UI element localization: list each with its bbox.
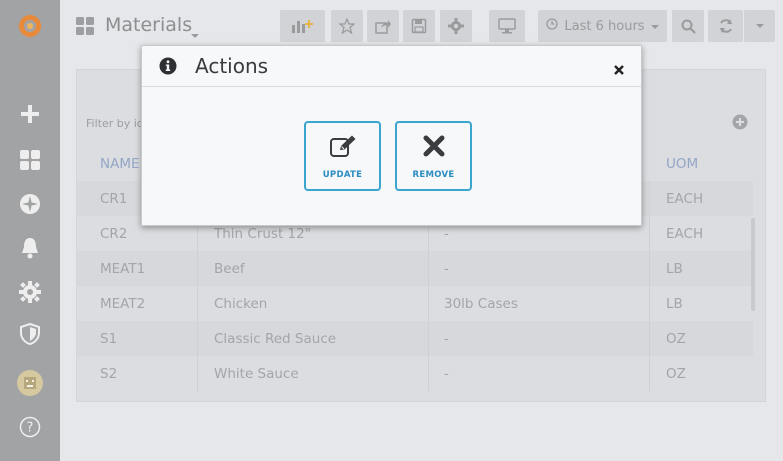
cell-name: S1 bbox=[77, 321, 198, 356]
cell-name: MEAT1 bbox=[77, 251, 198, 286]
refresh-interval-dropdown[interactable] bbox=[744, 10, 775, 42]
remove-icon bbox=[397, 135, 470, 157]
cell-package: - bbox=[429, 251, 650, 286]
actions-modal: Actions UPDATE REMOVE bbox=[141, 45, 642, 226]
add-circle-icon[interactable] bbox=[732, 114, 748, 134]
edit-icon bbox=[306, 135, 379, 159]
cell-uom: OZ bbox=[666, 365, 686, 382]
cell-description: White Sauce bbox=[198, 356, 429, 391]
dashboards-icon bbox=[76, 17, 95, 40]
cell-description: Classic Red Sauce bbox=[198, 321, 429, 356]
cell-uom: LB bbox=[666, 295, 683, 312]
gear-icon[interactable] bbox=[0, 274, 60, 310]
svg-text:?: ? bbox=[27, 421, 34, 436]
column-header-uom[interactable]: UOM bbox=[650, 146, 753, 181]
table-scrollbar[interactable] bbox=[751, 218, 755, 311]
share-button[interactable] bbox=[367, 10, 399, 42]
update-button[interactable]: UPDATE bbox=[304, 121, 381, 191]
cell-name: S2 bbox=[77, 356, 198, 391]
cell-uom: EACH bbox=[666, 190, 704, 207]
explore-icon[interactable] bbox=[0, 186, 60, 222]
clock-icon bbox=[546, 18, 559, 34]
tv-mode-button[interactable] bbox=[489, 10, 525, 42]
table-row[interactable]: MEAT1 Beef - LB bbox=[77, 251, 753, 286]
bell-icon[interactable] bbox=[0, 230, 60, 266]
time-picker[interactable]: Last 6 hours bbox=[538, 10, 667, 42]
table-row[interactable]: MEAT2 Chicken 30lb Cases LB bbox=[77, 286, 753, 321]
chevron-down-icon[interactable] bbox=[191, 24, 199, 43]
sidebar: ? bbox=[0, 0, 60, 461]
user-avatar[interactable] bbox=[0, 365, 60, 401]
close-icon[interactable] bbox=[614, 60, 624, 79]
shield-icon[interactable] bbox=[0, 316, 60, 352]
chevron-down-icon bbox=[650, 19, 659, 34]
cell-uom: OZ bbox=[666, 330, 686, 347]
cell-description: Beef bbox=[198, 251, 429, 286]
grafana-logo-icon[interactable] bbox=[0, 8, 60, 44]
time-range-label: Last 6 hours bbox=[564, 18, 645, 34]
help-icon[interactable]: ? bbox=[0, 409, 60, 445]
info-icon bbox=[159, 57, 177, 79]
refresh-button[interactable] bbox=[708, 10, 743, 42]
remove-button[interactable]: REMOVE bbox=[395, 121, 472, 191]
modal-header: Actions bbox=[142, 46, 641, 87]
save-button[interactable] bbox=[403, 10, 435, 42]
star-button[interactable] bbox=[331, 10, 363, 42]
cell-package: 30lb Cases bbox=[429, 286, 650, 321]
plus-icon[interactable] bbox=[0, 96, 60, 132]
table-row[interactable]: S1 Classic Red Sauce - OZ bbox=[77, 321, 753, 356]
add-panel-button[interactable] bbox=[280, 10, 325, 42]
cell-description: Chicken bbox=[198, 286, 429, 321]
update-label: UPDATE bbox=[322, 170, 363, 180]
filter-label[interactable]: Filter by id bbox=[86, 117, 144, 130]
modal-title: Actions bbox=[195, 54, 269, 78]
cell-uom: EACH bbox=[666, 225, 704, 242]
table-row[interactable]: S2 White Sauce - OZ bbox=[77, 356, 753, 391]
remove-label: REMOVE bbox=[412, 170, 455, 180]
cell-name: MEAT2 bbox=[77, 286, 198, 321]
settings-button[interactable] bbox=[440, 10, 472, 42]
dashboard-title[interactable]: Materials bbox=[105, 14, 192, 36]
cell-package: - bbox=[429, 356, 650, 391]
zoom-out-button[interactable] bbox=[672, 10, 704, 42]
cell-uom: LB bbox=[666, 260, 683, 277]
dashboards-icon[interactable] bbox=[0, 142, 60, 178]
cell-package: - bbox=[429, 321, 650, 356]
